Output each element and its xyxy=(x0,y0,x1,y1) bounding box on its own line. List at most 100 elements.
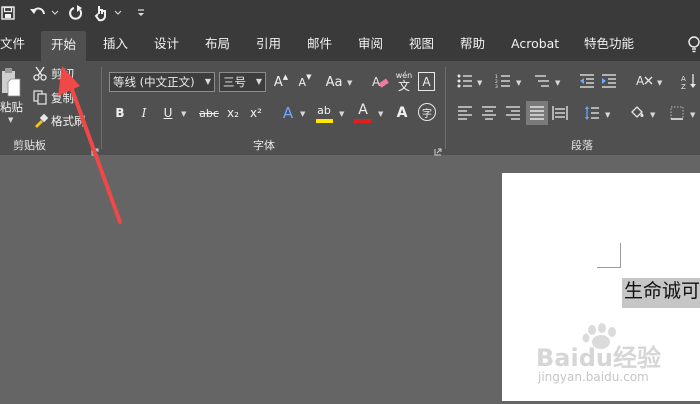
numbering-icon[interactable]: 123 xyxy=(494,71,512,91)
italic-button[interactable]: I xyxy=(136,102,152,124)
format-painter-icon[interactable] xyxy=(33,112,49,128)
ribbon-tabs: 文件 开始 插入 设计 布局 引用 邮件 审阅 视图 帮助 Acrobat 特色… xyxy=(0,27,700,61)
tab-file[interactable]: 文件 xyxy=(0,27,25,61)
undo-dropdown-icon[interactable] xyxy=(50,3,60,23)
grow-font-button[interactable]: A ▲ xyxy=(272,71,290,93)
font-size-combo[interactable]: 三号 ▼ xyxy=(219,72,266,92)
clear-formatting-icon[interactable]: A xyxy=(370,71,390,93)
tab-layout[interactable]: 布局 xyxy=(205,27,230,61)
tab-review[interactable]: 审阅 xyxy=(358,27,383,61)
underline-dropdown-icon[interactable]: ▼ xyxy=(181,110,186,118)
increase-indent-icon[interactable] xyxy=(600,71,618,91)
font-color-button[interactable]: A xyxy=(354,101,372,119)
text-effects-dropdown-icon[interactable]: ▼ xyxy=(300,110,305,118)
title-bar xyxy=(0,0,700,27)
svg-text:Z: Z xyxy=(681,83,686,89)
text-effects-button[interactable]: A xyxy=(279,102,297,124)
asian-layout-icon[interactable]: A xyxy=(634,71,654,91)
copy-icon[interactable] xyxy=(33,89,47,105)
crop-mark-vertical xyxy=(620,243,621,268)
shading-dropdown-icon[interactable]: ▼ xyxy=(650,111,655,119)
font-color-dropdown-icon[interactable]: ▼ xyxy=(378,110,383,118)
customize-qat-icon[interactable] xyxy=(135,3,147,23)
svg-text:A: A xyxy=(372,75,381,89)
tab-help[interactable]: 帮助 xyxy=(460,27,485,61)
format-painter-label[interactable]: 格式刷 xyxy=(51,113,86,129)
asian-layout-dropdown-icon[interactable]: ▼ xyxy=(657,79,662,87)
highlight-button[interactable]: ab xyxy=(314,101,334,119)
font-group-label: 字体 xyxy=(253,139,275,152)
font-name-combo[interactable]: 等线 (中文正文) ▼ xyxy=(109,72,215,92)
shading-bucket-icon[interactable] xyxy=(628,103,646,123)
baidu-watermark: Baidu经验 jingyan.baidu.com xyxy=(530,320,700,400)
save-icon[interactable] xyxy=(0,3,16,23)
align-left-icon[interactable] xyxy=(456,103,474,123)
tab-special-features[interactable]: 特色功能 xyxy=(584,27,634,61)
superscript-button[interactable]: x² xyxy=(247,102,265,124)
group-separator xyxy=(101,67,102,149)
multilevel-dropdown-icon[interactable]: ▼ xyxy=(555,79,560,87)
align-right-icon[interactable] xyxy=(504,103,522,123)
line-spacing-icon[interactable] xyxy=(583,103,601,123)
font-name-value: 等线 (中文正文) xyxy=(113,75,195,89)
lightbulb-icon[interactable] xyxy=(686,36,700,54)
svg-text:3: 3 xyxy=(495,84,498,88)
tab-insert[interactable]: 插入 xyxy=(103,27,128,61)
svg-text:A: A xyxy=(681,75,686,83)
font-size-value: 三号 xyxy=(223,75,246,89)
distributed-icon[interactable] xyxy=(551,103,569,123)
change-case-dropdown-icon[interactable]: ▼ xyxy=(347,79,352,87)
align-center-icon[interactable] xyxy=(480,103,498,123)
character-shading-button[interactable]: A xyxy=(393,102,411,124)
crop-mark-horizontal xyxy=(597,267,621,268)
tab-acrobat[interactable]: Acrobat xyxy=(511,27,559,61)
paste-dropdown-icon[interactable]: ▼ xyxy=(8,116,13,124)
tab-design[interactable]: 设计 xyxy=(154,27,179,61)
copy-label[interactable]: 复制 xyxy=(51,90,74,106)
decrease-indent-icon[interactable] xyxy=(578,71,596,91)
underline-button[interactable]: U xyxy=(160,102,176,124)
watermark-url-text: jingyan.baidu.com xyxy=(538,370,649,384)
bullets-icon[interactable] xyxy=(456,71,474,91)
clipboard-launcher-icon[interactable] xyxy=(91,141,99,156)
subscript-button[interactable]: x₂ xyxy=(224,102,242,124)
strikethrough-button[interactable]: abc xyxy=(197,102,221,124)
touch-dropdown-icon[interactable] xyxy=(113,3,123,23)
paste-icon[interactable] xyxy=(0,65,22,99)
bold-button[interactable]: B xyxy=(112,102,128,124)
tab-references[interactable]: 引用 xyxy=(256,27,281,61)
redo-icon[interactable] xyxy=(66,3,86,23)
tab-home[interactable]: 开始 xyxy=(41,31,87,61)
phonetic-guide-button[interactable]: wén 文 xyxy=(394,70,414,94)
ribbon-home: 粘贴 ▼ 剪切 复制 格式刷 剪贴板 等线 (中文正文) ▼ 三号 ▼ A ▲ A… xyxy=(0,61,700,156)
multilevel-list-icon[interactable] xyxy=(533,71,551,91)
change-case-button[interactable]: Aa xyxy=(324,71,344,93)
sort-icon[interactable]: AZ xyxy=(680,71,698,91)
cut-label[interactable]: 剪切 xyxy=(51,66,74,82)
justify-icon[interactable] xyxy=(526,101,548,125)
tab-mailings[interactable]: 邮件 xyxy=(307,27,332,61)
undo-icon[interactable] xyxy=(28,3,48,23)
borders-icon[interactable] xyxy=(668,103,686,123)
paste-label[interactable]: 粘贴 xyxy=(0,99,23,115)
enclose-characters-button[interactable]: 字 xyxy=(418,103,436,121)
clipboard-group-label: 剪贴板 xyxy=(13,139,46,152)
font-size-dropdown-icon[interactable]: ▼ xyxy=(256,73,262,91)
line-spacing-dropdown-icon[interactable]: ▼ xyxy=(605,111,610,119)
numbering-dropdown-icon[interactable]: ▼ xyxy=(516,79,521,87)
tab-view[interactable]: 视图 xyxy=(409,27,434,61)
character-border-button[interactable]: A xyxy=(418,72,435,91)
shrink-font-button[interactable]: A ▼ xyxy=(296,71,314,93)
watermark-brand-text: Baidu经验 xyxy=(536,344,661,372)
touch-mode-icon[interactable] xyxy=(92,3,110,23)
bullets-dropdown-icon[interactable]: ▼ xyxy=(477,79,482,87)
paragraph-group-label: 段落 xyxy=(571,139,593,152)
highlight-dropdown-icon[interactable]: ▼ xyxy=(339,110,344,118)
font-color-bar xyxy=(354,119,371,123)
document-selected-text[interactable]: 生命诚可 xyxy=(622,278,700,308)
borders-dropdown-icon[interactable]: ▼ xyxy=(690,111,695,119)
cut-icon[interactable] xyxy=(33,65,47,81)
font-name-dropdown-icon[interactable]: ▼ xyxy=(205,73,211,91)
group-separator xyxy=(445,67,446,149)
font-launcher-icon[interactable] xyxy=(434,141,442,156)
